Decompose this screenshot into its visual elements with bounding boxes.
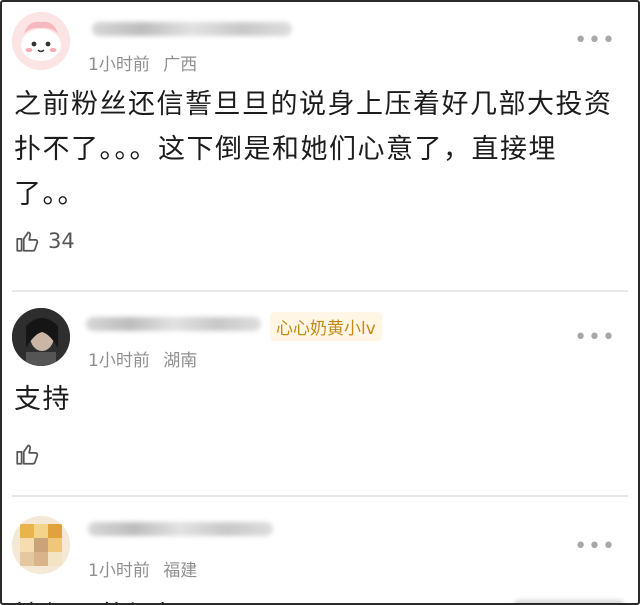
more-options-icon[interactable]: ••• — [574, 30, 616, 52]
user-photo-icon — [12, 308, 70, 366]
more-options-icon[interactable]: ••• — [574, 536, 616, 558]
comment-location: 湖南 — [163, 351, 198, 371]
comment-meta: 1小时前 福建 — [88, 556, 197, 581]
comment-time: 1小时前 — [88, 55, 150, 75]
thumbs-up-icon — [16, 231, 39, 252]
fan-badge[interactable]: 心心奶黄小lv — [270, 312, 382, 341]
comment-location: 福建 — [163, 561, 198, 581]
username-redacted[interactable] — [86, 317, 261, 331]
comment-meta: 1小时前 广西 — [88, 50, 197, 75]
comment-time: 1小时前 — [88, 561, 150, 581]
avatar[interactable] — [12, 516, 70, 574]
cartoon-face-icon — [12, 12, 70, 70]
comment-text: 支持 — [14, 384, 71, 415]
like-button[interactable] — [14, 441, 48, 467]
comment-time: 1小时前 — [88, 351, 150, 371]
avatar[interactable] — [12, 308, 70, 366]
like-count: 34 — [48, 229, 75, 253]
avatar[interactable] — [12, 12, 70, 70]
comment-location: 广西 — [163, 55, 198, 75]
more-options-icon[interactable]: ••• — [574, 327, 616, 349]
comment-text: 捷径可的福报 — [14, 594, 185, 603]
comment-item: 1小时前 福建 ••• 捷径可的福报 — [2, 498, 638, 603]
comment-list: 1小时前 广西 ••• 之前粉丝还信誓旦旦的说身上压着好几部大投资扑不了。。。这… — [0, 0, 640, 605]
like-button[interactable]: 34 — [14, 228, 75, 254]
comment-item: 1小时前 广西 ••• 之前粉丝还信誓旦旦的说身上压着好几部大投资扑不了。。。这… — [2, 2, 638, 292]
comment-meta: 1小时前 湖南 — [88, 346, 197, 371]
divider — [12, 290, 628, 292]
divider — [12, 495, 628, 497]
comment-text: 之前粉丝还信誓旦旦的说身上压着好几部大投资扑不了。。。这下倒是和她们心意了，直接… — [14, 89, 613, 210]
comment-item: 心心奶黄小lv 1小时前 湖南 ••• 支持 — [2, 295, 638, 495]
pixelated-avatar-icon — [12, 516, 70, 574]
thumbs-up-icon — [16, 444, 39, 465]
username-redacted[interactable] — [88, 522, 273, 536]
username-redacted[interactable] — [92, 22, 292, 36]
watermark — [514, 600, 624, 603]
